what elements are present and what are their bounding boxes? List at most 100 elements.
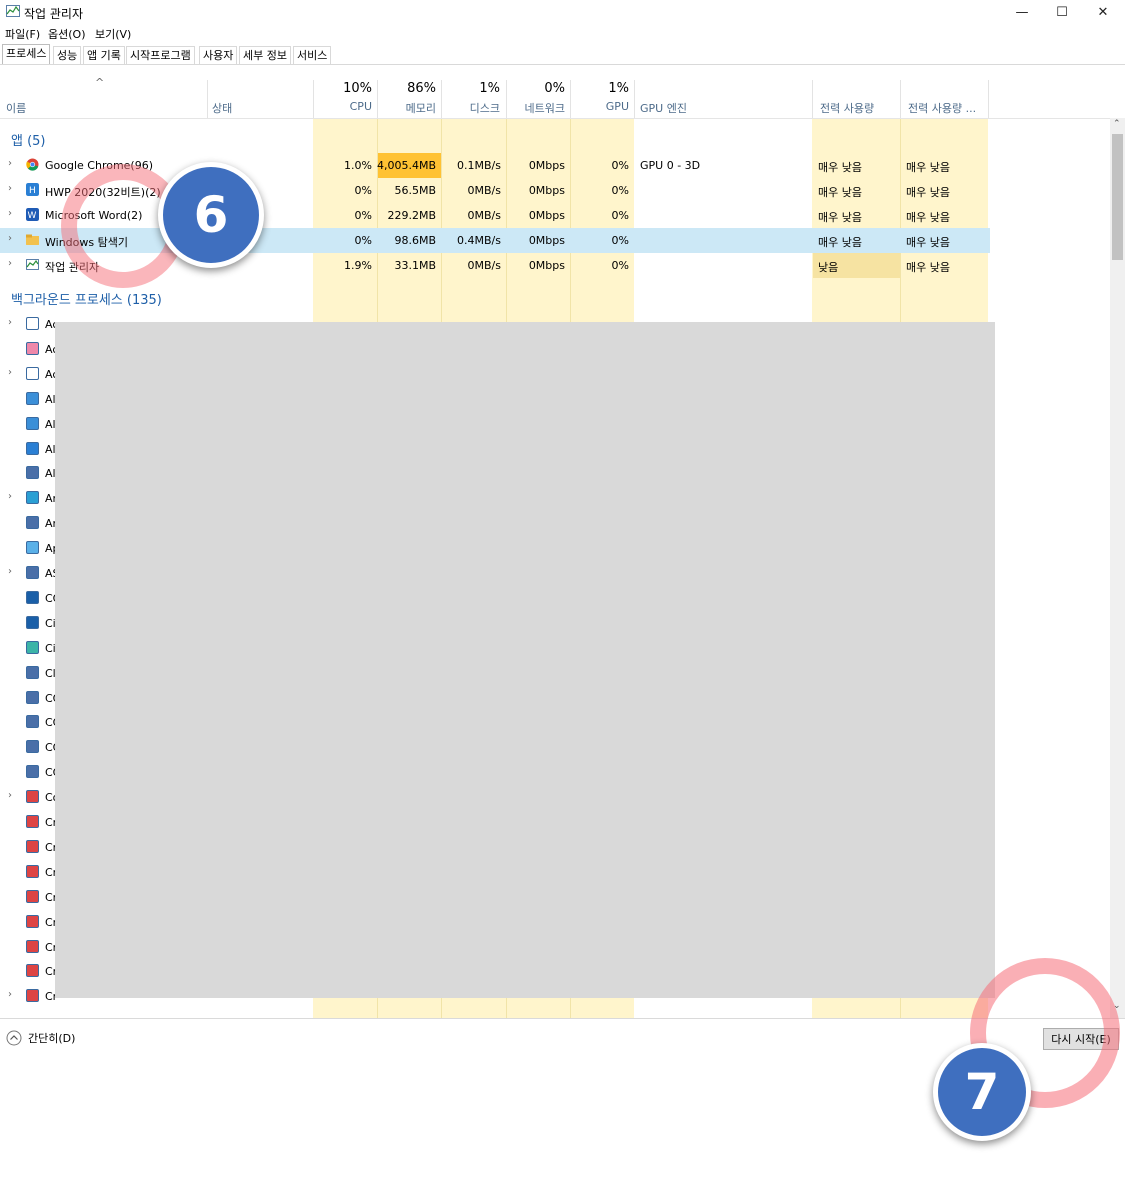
tab-processes[interactable]: 프로세스	[2, 44, 51, 64]
background-process-row[interactable]: › Co	[0, 785, 59, 810]
background-process-row[interactable]: CO	[0, 586, 61, 611]
column-power-trend[interactable]: 전력 사용량 ...	[908, 100, 976, 116]
background-process-row[interactable]: Al	[0, 461, 58, 486]
background-process-row[interactable]: Ar	[0, 511, 58, 536]
expand-chevron-icon[interactable]: ›	[8, 158, 12, 169]
cpu-value: 0%	[354, 209, 372, 222]
disk-value: 0MB/s	[467, 209, 501, 222]
process-icon	[26, 740, 39, 754]
cpu-value: 1.0%	[344, 159, 372, 172]
menu-options[interactable]: 옵션(O)	[48, 26, 85, 42]
folder-icon	[26, 234, 39, 245]
background-process-row[interactable]: Ci	[0, 636, 58, 661]
background-process-row[interactable]: Ap	[0, 536, 60, 561]
background-process-row[interactable]: › Ac	[0, 362, 58, 387]
background-process-row[interactable]: Cr	[0, 810, 58, 835]
close-button[interactable]: ✕	[1080, 0, 1125, 24]
tab-services[interactable]: 서비스	[293, 46, 332, 64]
sort-arrow-icon: ^	[95, 76, 105, 89]
tab-details[interactable]: 세부 정보	[239, 46, 291, 64]
network-value: 0Mbps	[528, 259, 565, 272]
background-process-row[interactable]: Al	[0, 387, 58, 412]
menu-file[interactable]: 파일(F)	[5, 26, 40, 42]
background-process-row[interactable]: Cr	[0, 835, 58, 860]
power-trend-value: 매우 낮음	[906, 161, 950, 174]
process-name: Al	[45, 467, 56, 481]
expand-chevron-icon[interactable]: ›	[8, 208, 12, 219]
expand-chevron-icon[interactable]: ›	[8, 566, 12, 577]
process-icon	[26, 566, 39, 579]
memory-total-percent: 86%	[407, 81, 436, 96]
memory-value: 4,005.4MB	[377, 159, 437, 172]
expand-chevron-icon[interactable]: ›	[8, 233, 12, 244]
group-apps-heading[interactable]: 앱 (5)	[11, 130, 46, 149]
expand-chevron-icon[interactable]: ›	[8, 491, 12, 502]
column-memory[interactable]: 메모리	[377, 100, 436, 116]
background-process-row[interactable]: Ci	[0, 611, 58, 636]
power-value: 낮음	[818, 261, 839, 274]
task-manager-icon	[26, 259, 39, 270]
expand-chevron-icon[interactable]: ›	[8, 989, 12, 1000]
tab-users[interactable]: 사용자	[199, 46, 238, 64]
background-process-row[interactable]: › Ac	[0, 312, 58, 337]
column-network[interactable]: 네트워크	[506, 100, 565, 116]
background-process-row[interactable]: › AS	[0, 561, 60, 586]
background-process-row[interactable]: CO	[0, 735, 61, 760]
background-process-row[interactable]: Al	[0, 437, 58, 462]
process-name: Al	[45, 417, 56, 431]
background-process-row[interactable]: CO	[0, 760, 61, 785]
redacted-area	[55, 322, 995, 998]
process-icon	[26, 864, 39, 878]
memory-value: 56.5MB	[394, 184, 436, 197]
background-process-row[interactable]: Cr	[0, 910, 58, 935]
process-icon	[26, 341, 39, 355]
group-background-heading[interactable]: 백그라운드 프로세스 (135)	[11, 289, 162, 308]
background-process-row[interactable]: › Cr	[0, 984, 58, 1009]
background-process-row[interactable]: › Ar	[0, 486, 58, 511]
fewer-details-button[interactable]: 간단히(D)	[6, 1030, 75, 1046]
background-process-row[interactable]: Al	[0, 412, 58, 437]
column-status[interactable]: 상태	[212, 100, 232, 116]
disk-total-percent: 1%	[479, 81, 500, 96]
background-process-row[interactable]: Cr	[0, 959, 58, 984]
tab-startup[interactable]: 시작프로그램	[126, 46, 195, 64]
background-process-row[interactable]: Cl	[0, 661, 58, 686]
svg-text:H: H	[29, 186, 36, 196]
column-gpu-engine[interactable]: GPU 엔진	[640, 100, 687, 116]
tab-app-history[interactable]: 앱 기록	[83, 46, 125, 64]
background-process-row[interactable]: CO	[0, 710, 61, 735]
column-separator	[634, 80, 635, 118]
window-title: 작업 관리자	[24, 7, 84, 21]
process-icon	[26, 317, 39, 330]
column-name[interactable]: 이름	[6, 100, 26, 116]
column-gpu[interactable]: GPU	[570, 100, 629, 113]
process-icon	[26, 989, 39, 1003]
gpu-engine-value: GPU 0 - 3D	[640, 159, 701, 172]
process-icon	[26, 366, 39, 380]
background-process-row[interactable]: Cr	[0, 860, 58, 885]
power-trend-value: 매우 낮음	[906, 211, 950, 224]
column-power[interactable]: 전력 사용량	[820, 100, 874, 116]
column-cpu[interactable]: CPU	[313, 100, 372, 113]
power-value: 매우 낮음	[818, 186, 862, 199]
menu-view[interactable]: 보기(V)	[95, 26, 131, 42]
gpu-total-percent: 1%	[608, 81, 629, 96]
disk-value: 0MB/s	[467, 259, 501, 272]
expand-chevron-icon[interactable]: ›	[8, 317, 12, 328]
expand-chevron-icon[interactable]: ›	[8, 367, 12, 378]
background-process-row[interactable]: CO	[0, 686, 61, 711]
scroll-thumb[interactable]	[1112, 134, 1123, 260]
expand-chevron-icon[interactable]: ›	[8, 258, 12, 269]
expand-chevron-icon[interactable]: ›	[8, 183, 12, 194]
background-process-row[interactable]: Cr	[0, 885, 58, 910]
process-icon	[26, 790, 39, 804]
background-process-row[interactable]: Cr	[0, 935, 58, 960]
tab-performance[interactable]: 성능	[53, 46, 82, 64]
scroll-up-icon[interactable]: ⌃	[1113, 119, 1121, 129]
step-badge-6: 6	[158, 162, 264, 268]
memory-value: 98.6MB	[394, 234, 436, 247]
maximize-button[interactable]: ☐	[1039, 0, 1085, 24]
expand-chevron-icon[interactable]: ›	[8, 790, 12, 801]
column-disk[interactable]: 디스크	[441, 100, 500, 116]
background-process-row[interactable]: Ac	[0, 337, 58, 362]
